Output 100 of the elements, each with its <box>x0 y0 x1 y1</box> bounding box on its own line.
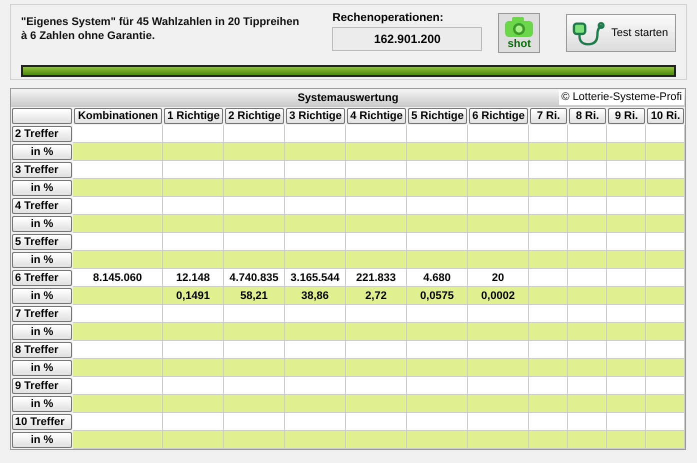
table-cell <box>285 359 346 377</box>
table-cell <box>407 359 468 377</box>
row-header[interactable]: in % <box>12 360 72 376</box>
table-cell <box>646 323 685 341</box>
column-header[interactable]: 6 Richtige <box>469 108 528 124</box>
row-header[interactable]: in % <box>12 324 72 340</box>
table-cell <box>163 413 224 431</box>
table-cell: 0,0575 <box>407 287 468 305</box>
table-cell <box>163 215 224 233</box>
table-cell <box>607 431 646 449</box>
table-cell <box>285 341 346 359</box>
row-header[interactable]: 9 Treffer <box>12 378 72 394</box>
table-cell <box>468 215 529 233</box>
table-cell <box>224 377 285 395</box>
table-cell <box>407 413 468 431</box>
row-header[interactable]: in % <box>12 216 72 232</box>
row-header[interactable]: in % <box>12 180 72 196</box>
table-cell <box>407 431 468 449</box>
row-header[interactable]: in % <box>12 432 72 448</box>
table-cell <box>285 323 346 341</box>
table-cell: 58,21 <box>224 287 285 305</box>
table-cell <box>468 251 529 269</box>
table-cell <box>468 125 529 143</box>
table-cell <box>224 431 285 449</box>
table-cell <box>224 395 285 413</box>
column-header[interactable]: 10 Ri. <box>647 108 684 124</box>
table-title: Systemauswertung <box>298 92 398 104</box>
table-cell <box>607 323 646 341</box>
table-cell <box>163 143 224 161</box>
table-cell: 0,1491 <box>163 287 224 305</box>
table-cell <box>529 125 568 143</box>
table-cell <box>607 305 646 323</box>
shot-button[interactable]: shot <box>498 13 540 53</box>
table-cell <box>646 287 685 305</box>
column-header[interactable]: 3 Richtige <box>286 108 345 124</box>
column-header[interactable]: Kombinationen <box>74 108 162 124</box>
column-header[interactable]: 8 Ri. <box>569 108 606 124</box>
table-cell <box>163 251 224 269</box>
row-header[interactable]: in % <box>12 396 72 412</box>
table-cell <box>224 197 285 215</box>
table-cell <box>346 431 407 449</box>
table-cell <box>407 377 468 395</box>
table-cell <box>607 233 646 251</box>
table-cell <box>224 215 285 233</box>
column-header[interactable]: 9 Ri. <box>608 108 645 124</box>
table-cell <box>163 341 224 359</box>
row-header[interactable]: 7 Treffer <box>12 306 72 322</box>
table-cell <box>224 359 285 377</box>
table-cell <box>285 161 346 179</box>
column-header[interactable]: 1 Richtige <box>164 108 223 124</box>
row-header[interactable]: 6 Treffer <box>12 270 72 286</box>
table-cell <box>646 233 685 251</box>
table-cell <box>163 179 224 197</box>
row-header[interactable]: 5 Treffer <box>12 234 72 250</box>
column-header[interactable]: 7 Ri. <box>530 108 567 124</box>
table-cell: 4.740.835 <box>224 269 285 287</box>
row-header[interactable]: 2 Treffer <box>12 126 72 142</box>
row-header[interactable]: 4 Treffer <box>12 198 72 214</box>
table-cell <box>529 359 568 377</box>
table-cell <box>646 197 685 215</box>
row-header[interactable]: 3 Treffer <box>12 162 72 178</box>
column-header[interactable]: 2 Richtige <box>225 108 284 124</box>
row-header[interactable]: in % <box>12 252 72 268</box>
table-cell <box>468 143 529 161</box>
table-cell <box>529 413 568 431</box>
row-header[interactable]: 10 Treffer <box>12 414 72 430</box>
table-cell <box>468 395 529 413</box>
row-header[interactable]: in % <box>12 144 72 160</box>
table-cell <box>646 179 685 197</box>
table-cell <box>529 269 568 287</box>
description-text: "Eigenes System" für 45 Wahlzahlen in 20 Tippreihen <box>21 15 300 29</box>
table-cell <box>346 323 407 341</box>
table-cell <box>529 431 568 449</box>
table-cell <box>646 125 685 143</box>
test-start-button[interactable]: Test starten <box>566 14 676 52</box>
table-cell <box>568 359 607 377</box>
table-cell <box>407 161 468 179</box>
table-cell <box>346 197 407 215</box>
table-cell <box>568 377 607 395</box>
table-cell <box>646 251 685 269</box>
table-cell <box>646 143 685 161</box>
row-header[interactable]: in % <box>12 288 72 304</box>
table-cell <box>468 413 529 431</box>
table-cell <box>568 197 607 215</box>
table-cell <box>568 431 607 449</box>
table-cell <box>285 143 346 161</box>
table-cell <box>568 215 607 233</box>
description-text: à 6 Zahlen ohne Garantie. <box>21 29 156 43</box>
table-cell <box>529 305 568 323</box>
table-cell <box>607 215 646 233</box>
table-cell <box>407 125 468 143</box>
row-header[interactable]: 8 Treffer <box>12 342 72 358</box>
column-header[interactable]: 4 Richtige <box>347 108 406 124</box>
column-header[interactable]: 5 Richtige <box>408 108 467 124</box>
table-cell <box>285 179 346 197</box>
table-cell <box>224 125 285 143</box>
table-cell: 0,0002 <box>468 287 529 305</box>
table-cell <box>568 251 607 269</box>
operations-label: Rechenoperationen: <box>332 12 444 24</box>
table-cell <box>346 233 407 251</box>
